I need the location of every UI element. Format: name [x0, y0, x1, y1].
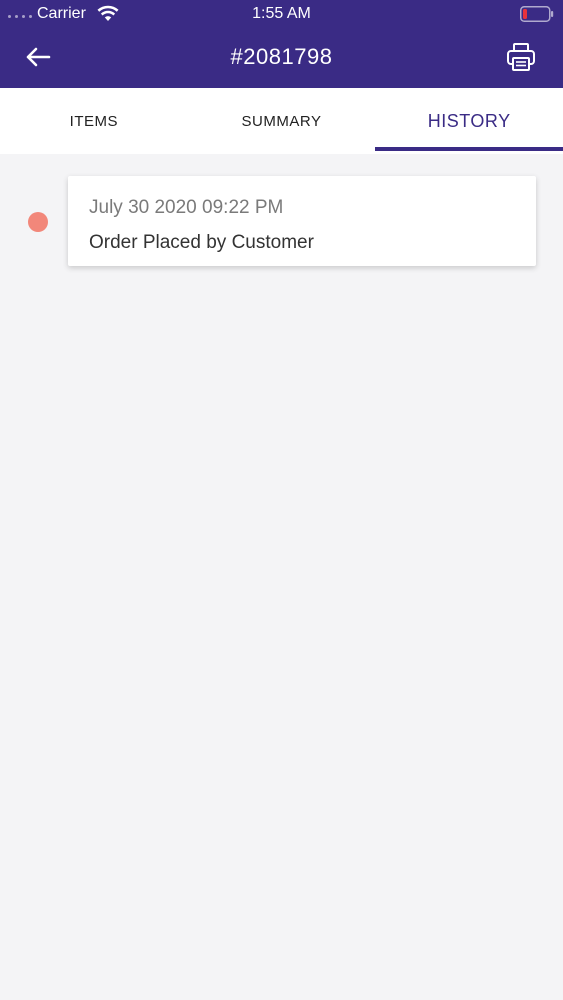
timeline-dot	[28, 212, 48, 232]
tab-bar: ITEMS SUMMARY HISTORY	[0, 88, 563, 154]
history-entry-date: July 30 2020 09:22 PM	[89, 197, 284, 218]
order-number-title: #2081798	[230, 44, 333, 69]
tab-summary-label: SUMMARY	[241, 112, 322, 130]
tab-history-label: HISTORY	[427, 110, 511, 131]
print-button[interactable]	[500, 39, 542, 75]
tab-items-label: ITEMS	[69, 112, 118, 130]
history-entry-event: Order Placed by Customer	[89, 232, 314, 253]
active-tab-indicator	[375, 147, 563, 151]
tab-items[interactable]: ITEMS	[0, 88, 188, 154]
header: #2081798	[0, 28, 563, 88]
tab-summary[interactable]: SUMMARY	[188, 88, 376, 154]
battery-icon	[520, 6, 554, 22]
top-bar: Carrier 1:55 AM #2081798	[0, 0, 563, 88]
status-bar: Carrier 1:55 AM	[0, 0, 563, 28]
order-detail-screen: Carrier 1:55 AM #2081798 ITEMS SUMMARY H…	[0, 0, 563, 1000]
history-entry-card: July 30 2020 09:22 PM Order Placed by Cu…	[68, 176, 536, 266]
status-time: 1:55 AM	[252, 5, 311, 22]
printer-icon	[507, 43, 535, 71]
tab-history[interactable]: HISTORY	[375, 88, 563, 154]
